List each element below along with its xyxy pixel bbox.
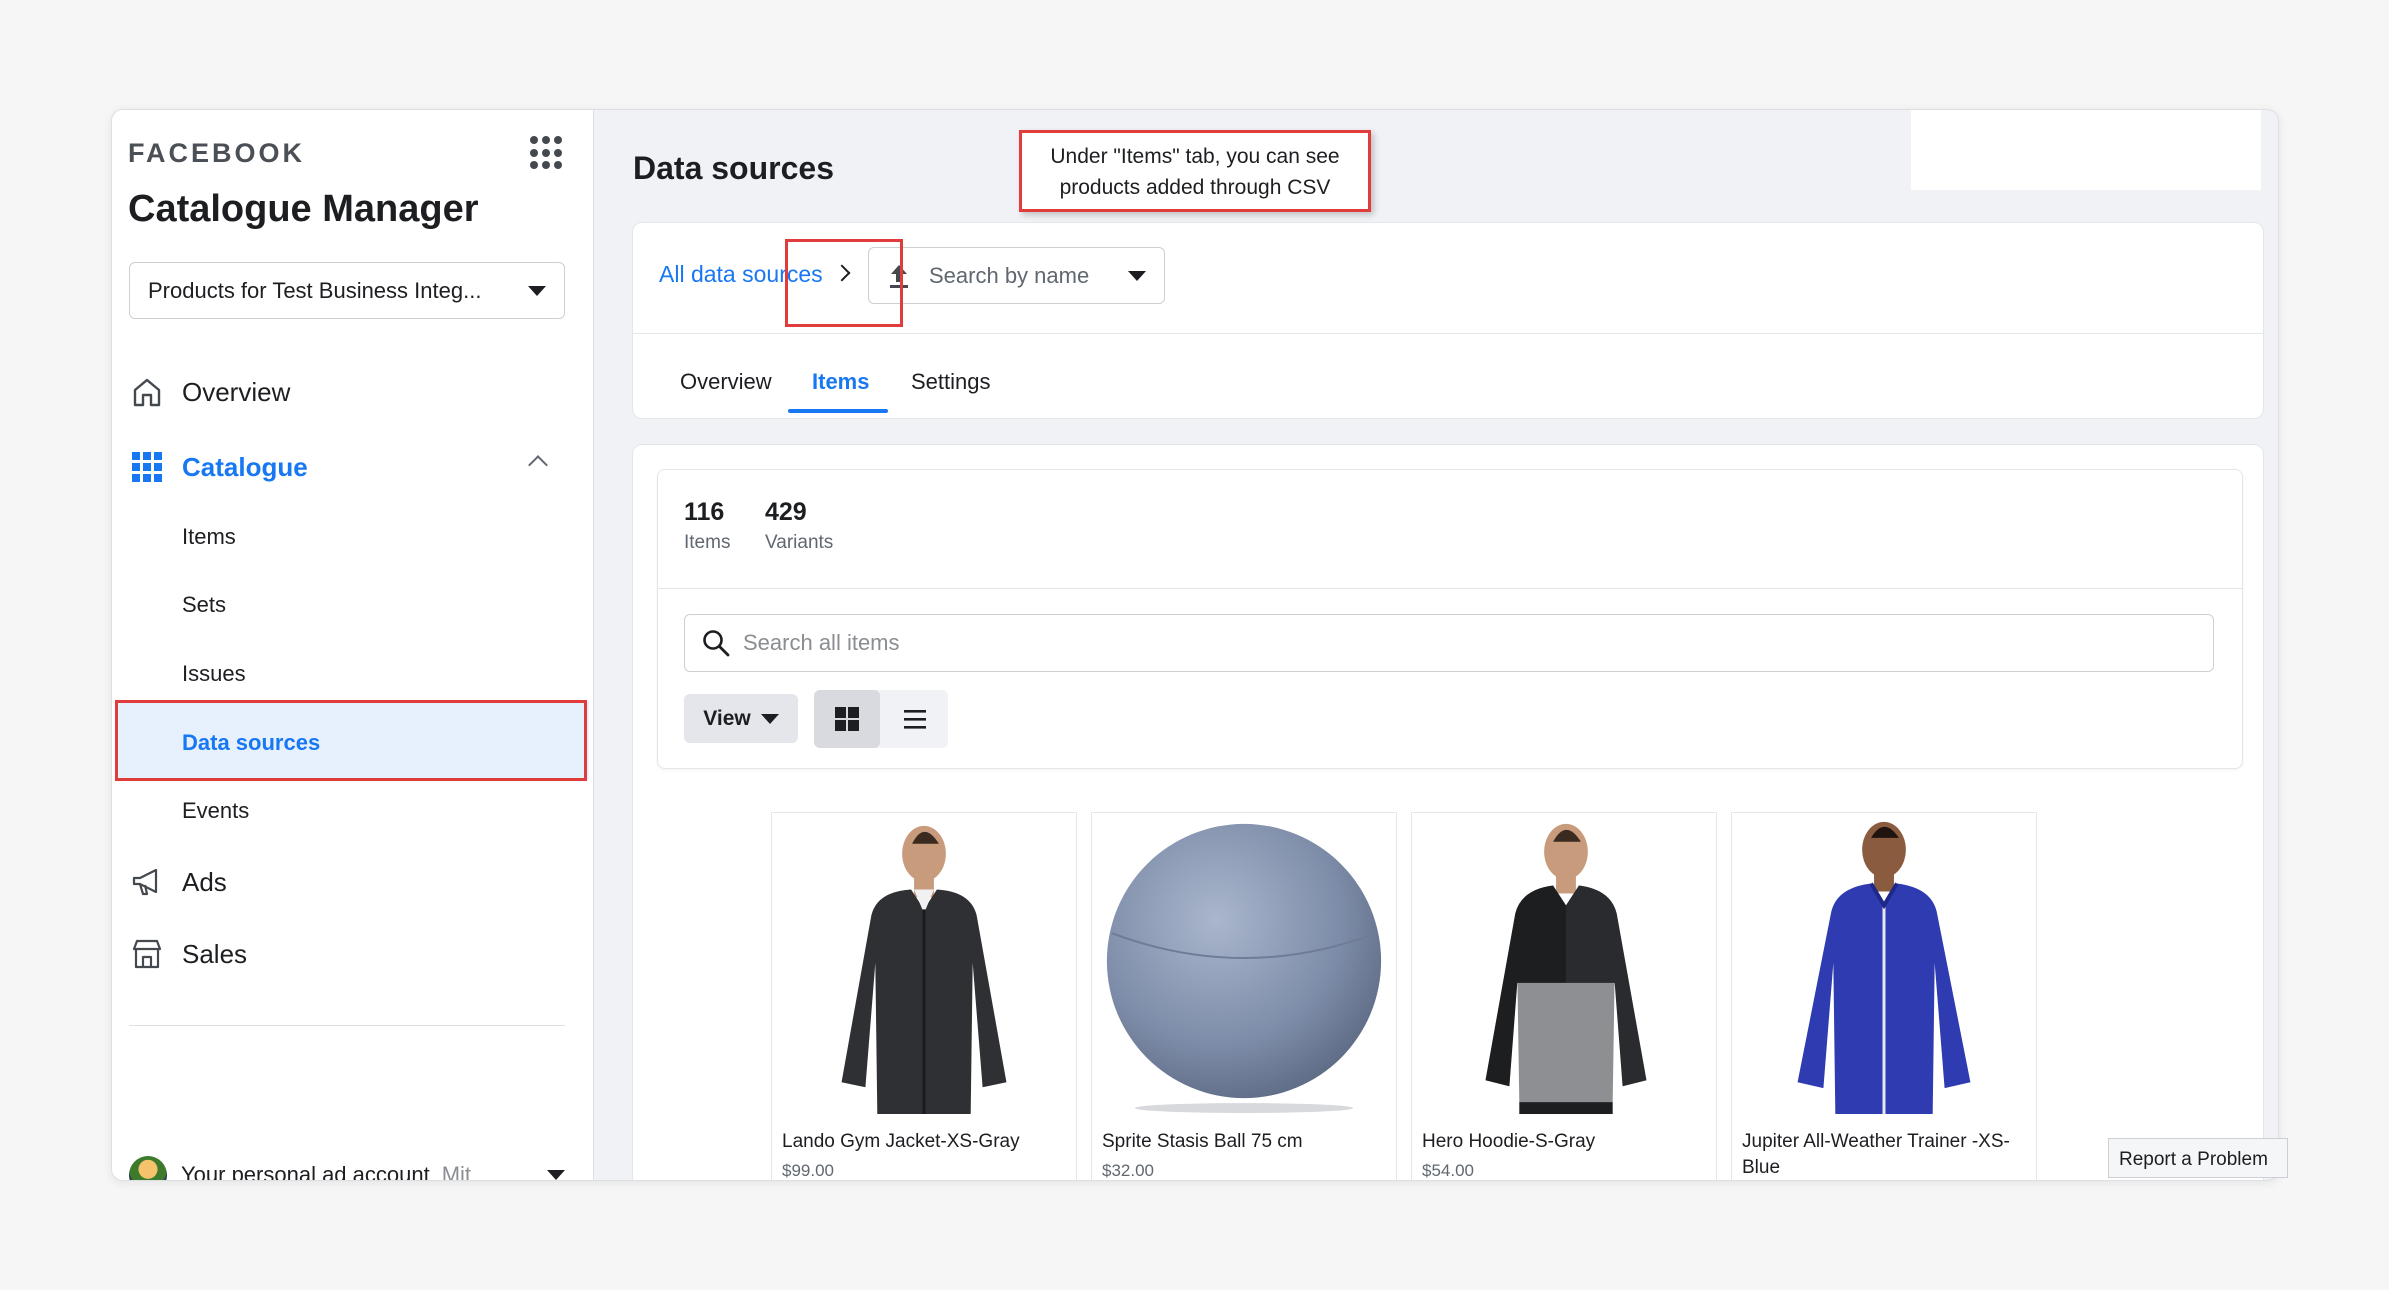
annotation-callout: Under "Items" tab, you can see products … — [1019, 130, 1371, 212]
nav-ads[interactable]: Ads — [112, 862, 594, 902]
catalog-select-value: Products for Test Business Integ... — [148, 277, 482, 303]
catalogue-grid-icon — [132, 452, 162, 482]
search-all-items-placeholder: Search all items — [743, 630, 900, 655]
tab-settings[interactable]: Settings — [911, 369, 991, 395]
tab-overview[interactable]: Overview — [680, 369, 772, 395]
megaphone-icon — [132, 868, 158, 896]
home-icon — [133, 378, 161, 407]
view-mode-toggle — [814, 690, 948, 748]
app-window: FACEBOOK Catalogue Manager Products for … — [111, 109, 2279, 1181]
account-extra: Mit — [441, 1162, 472, 1181]
product-image-jacket — [772, 813, 1076, 1115]
items-tab-highlight — [785, 239, 903, 327]
nav-overview[interactable]: Overview — [112, 372, 594, 412]
tab-items-underline — [788, 409, 888, 413]
annotation-line-2: products added through CSV — [1059, 176, 1331, 199]
data-source-search-placeholder: Search by name — [929, 262, 1090, 288]
product-name: Sprite Stasis Ball 75 cm — [1102, 1131, 1303, 1152]
list-view-icon — [904, 710, 926, 729]
nav-catalogue[interactable]: Catalogue — [112, 447, 594, 487]
product-name: Jupiter All-Weather Trainer -XS-Blue — [1742, 1131, 2010, 1178]
stats-divider — [658, 588, 2242, 589]
nav-sales-label: Sales — [182, 938, 248, 969]
chevron-down-icon — [528, 285, 546, 296]
product-card[interactable]: Sprite Stasis Ball 75 cm $32.00 — [1091, 812, 1397, 1180]
report-problem-button[interactable]: Report a Problem — [2108, 1138, 2288, 1178]
list-view-button[interactable] — [882, 690, 948, 748]
account-name: Your personal ad account — [181, 1162, 430, 1181]
product-card[interactable]: Hero Hoodie-S-Gray $54.00 — [1411, 812, 1717, 1180]
nav-sales[interactable]: Sales — [112, 934, 594, 974]
product-name: Hero Hoodie-S-Gray — [1422, 1131, 1596, 1152]
product-card[interactable]: Lando Gym Jacket-XS-Gray $99.00 — [771, 812, 1077, 1180]
product-image-hoodie — [1412, 813, 1716, 1115]
chevron-down-icon — [547, 1170, 565, 1180]
data-sources-highlight — [115, 700, 587, 781]
chevron-down-icon — [760, 713, 779, 724]
product-card[interactable]: Jupiter All-Weather Trainer -XS-Blue — [1731, 812, 2037, 1180]
app-title: Catalogue Manager — [128, 188, 479, 230]
items-stats-panel: 116 Items 429 Variants Search all items … — [657, 469, 2243, 769]
sidebar-divider — [129, 1025, 565, 1026]
page-title: Data sources — [633, 150, 834, 186]
variants-count-label: Variants — [765, 532, 834, 553]
items-card: 116 Items 429 Variants Search all items … — [632, 444, 2264, 1180]
header-divider — [633, 333, 2263, 334]
nav-catalogue-label: Catalogue — [182, 451, 308, 482]
sidebar-item-issues[interactable]: Issues — [182, 661, 246, 687]
header-blank-area — [1911, 110, 2261, 190]
sidebar: FACEBOOK Catalogue Manager Products for … — [112, 110, 594, 1180]
grid-view-button[interactable] — [814, 690, 880, 748]
grid-view-icon — [835, 707, 859, 731]
brand-logo: FACEBOOK — [128, 138, 306, 168]
apps-grid-icon[interactable] — [530, 136, 564, 170]
product-image-trainer-jacket — [1732, 813, 2036, 1115]
chevron-down-icon — [1128, 270, 1146, 281]
product-price: $99.00 — [782, 1161, 834, 1180]
data-source-search[interactable]: Search by name — [868, 247, 1165, 304]
view-label: View — [703, 706, 751, 730]
search-icon — [703, 630, 730, 657]
variants-count: 429 — [765, 498, 807, 526]
tab-items[interactable]: Items — [812, 369, 869, 395]
sidebar-item-events[interactable]: Events — [182, 798, 249, 824]
sidebar-item-items[interactable]: Items — [182, 524, 236, 550]
product-price: $32.00 — [1102, 1161, 1154, 1180]
search-all-items-input[interactable]: Search all items — [684, 614, 2214, 672]
shop-icon — [132, 939, 162, 969]
product-name: Lando Gym Jacket-XS-Gray — [782, 1131, 1020, 1152]
nav-overview-label: Overview — [182, 376, 291, 407]
sidebar-item-sets[interactable]: Sets — [182, 592, 226, 618]
account-switcher[interactable]: Your personal ad account Mit — [129, 1156, 565, 1181]
annotation-line-1: Under "Items" tab, you can see — [1050, 145, 1340, 168]
nav-ads-label: Ads — [182, 866, 227, 897]
items-count: 116 — [684, 498, 725, 526]
product-image-ball — [1092, 813, 1396, 1115]
product-price: $54.00 — [1422, 1161, 1474, 1180]
avatar — [129, 1156, 167, 1180]
items-count-label: Items — [684, 532, 731, 553]
catalog-select[interactable]: Products for Test Business Integ... — [129, 262, 565, 319]
view-dropdown-button[interactable]: View — [684, 694, 798, 743]
